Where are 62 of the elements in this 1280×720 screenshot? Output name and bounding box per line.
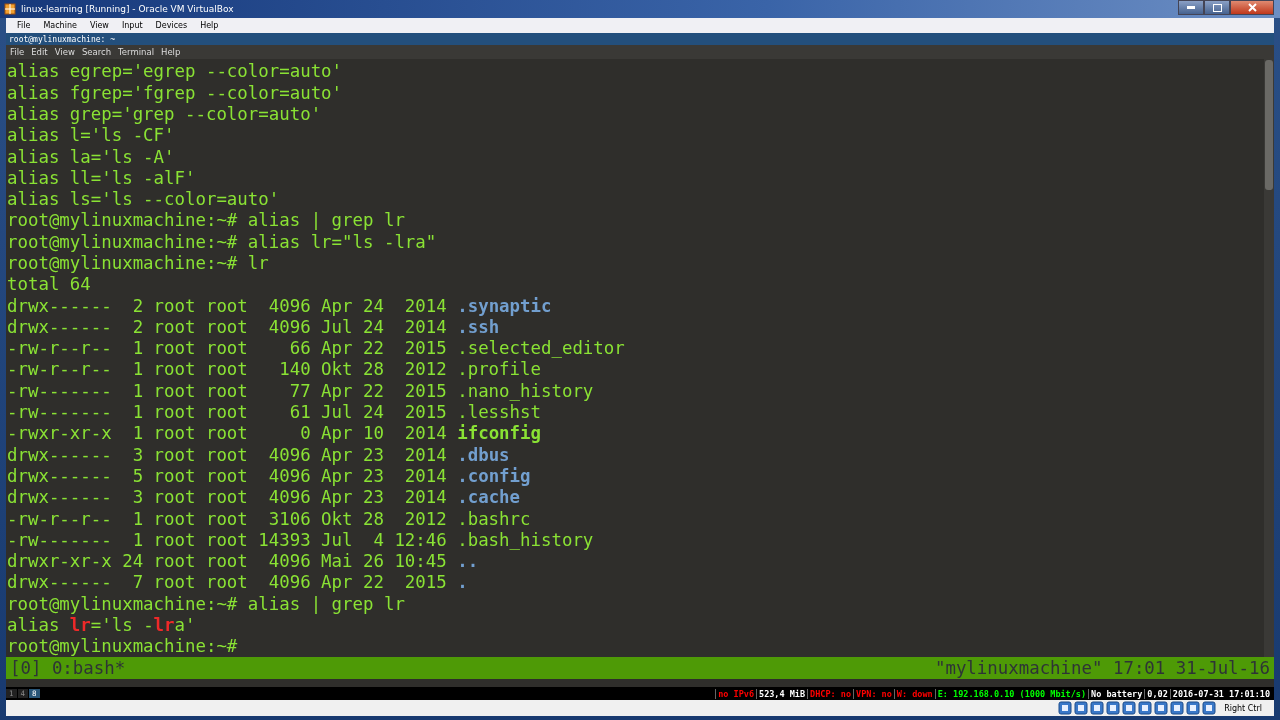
terminal-line: drwx------ 7 root root 4096 Apr 22 2015 . — [7, 572, 469, 594]
terminal-line: alias lr='ls -lra' — [7, 615, 197, 637]
terminal-line: -rw-r--r-- 1 root root 66 Apr 22 2015 .selected_editor — [7, 338, 626, 360]
host-key-label: Right Ctrl — [1224, 703, 1262, 713]
menu-item[interactable]: Help — [200, 21, 219, 30]
terminal-line: drwx------ 3 root root 4096 Apr 23 2014 .dbus — [7, 444, 511, 466]
terminal-line: alias l='ls -CF' — [7, 125, 176, 147]
menu-item[interactable]: View — [89, 21, 109, 30]
terminal-line: drwx------ 2 root root 4096 Apr 24 2014 .synaptic — [7, 295, 553, 317]
window-title: linux-learning [Running] - Oracle VM VirtualBox — [21, 3, 235, 14]
terminal-line: alias ls='ls --color=auto' — [7, 189, 281, 211]
close-button[interactable] — [1230, 0, 1274, 15]
close-icon — [1247, 3, 1257, 12]
menu-item[interactable]: Input — [121, 21, 143, 30]
menu-item[interactable]: View — [54, 47, 75, 58]
terminal-line: drwx------ 5 root root 4096 Apr 23 2014 .config — [7, 465, 532, 488]
host-clock: "mylinuxmachine" 17:01 31-Jul-16 — [934, 658, 1270, 679]
cube-icon — [4, 2, 16, 15]
terminal-line: alias egrep='egrep --color=auto' — [7, 61, 344, 83]
terminal-line: alias ll='ls -alF' — [7, 167, 197, 190]
menu-item[interactable]: File — [17, 21, 31, 30]
menu-item[interactable]: Terminal — [118, 47, 154, 58]
status-item: 0,02 — [1144, 688, 1168, 699]
maximize-button[interactable] — [1204, 0, 1230, 15]
terminal-line: alias grep='grep --color=auto' — [7, 103, 323, 126]
maximize-icon — [1212, 3, 1222, 12]
terminal-line: root@mylinuxmachine:~# alias | grep lr — [7, 210, 406, 232]
terminal-line: drwxr-xr-x 24 root root 4096 Mai 26 10:45 .. — [7, 551, 480, 573]
status-item: W: down — [893, 688, 933, 699]
menu-item[interactable]: Machine — [43, 21, 77, 30]
terminal-line: root@mylinuxmachine:~# alias lr="ls -lra" — [7, 231, 438, 253]
status-item: 2016-07-31 17:01:10 — [1169, 688, 1270, 699]
terminal-line: alias la='ls -A' — [7, 146, 176, 168]
menu-item[interactable]: Devices — [155, 21, 188, 30]
minimize-icon — [1187, 6, 1195, 9]
menu-item[interactable]: File — [10, 47, 25, 58]
terminal-line: -rw------- 1 root root 61 Jul 24 2015 .lesshst — [7, 402, 542, 424]
terminal-line: alias fgrep='fgrep --color=auto' — [7, 82, 344, 104]
terminal-line: -rw------- 1 root root 14393 Jul 4 12:46 .bash_history — [7, 529, 595, 552]
status-item: 523,4 MiB — [756, 688, 806, 699]
terminal-line: root@mylinuxmachine:~# alias | grep lr — [7, 593, 406, 616]
status-item: E: 192.168.0.10 (1000 Mbit/s) — [934, 688, 1087, 699]
terminal-line: root@mylinuxmachine:~# lr — [7, 253, 270, 275]
menu-item[interactable]: Edit — [31, 47, 48, 58]
terminal-line: drwx------ 3 root root 4096 Apr 23 2014 .cache — [7, 487, 522, 509]
terminal-line: total 64 — [7, 274, 92, 296]
status-item: no IPv6 — [715, 688, 754, 699]
status-item: VPN: no — [853, 688, 892, 699]
terminal-line: root@mylinuxmachine:~# — [7, 636, 239, 658]
menu-item[interactable]: Help — [161, 47, 181, 58]
terminal-line: drwx------ 2 root root 4096 Jul 24 2014 .ssh — [7, 316, 501, 339]
terminal-line: -rw-r--r-- 1 root root 140 Okt 28 2012 .profile — [7, 359, 542, 381]
status-item: No battery — [1088, 688, 1143, 699]
scrollbar-thumb[interactable] — [1265, 60, 1273, 191]
status-item: DHCP: no — [807, 688, 852, 699]
menu-item[interactable]: Search — [81, 47, 112, 58]
terminal-line: -rwxr-xr-x 1 root root 0 Apr 10 2014 ifconfig — [7, 423, 542, 445]
terminal-line: -rw-r--r-- 1 root root 3106 Okt 28 2012 .bashrc — [7, 508, 532, 530]
minimize-button[interactable] — [1178, 0, 1204, 15]
terminal-title: root@mylinuxmachine: ~ — [9, 34, 115, 44]
terminal-line: -rw------- 1 root root 77 Apr 22 2015 .nano_history — [7, 380, 595, 403]
session-label: [0] 0:bash* — [10, 658, 126, 679]
